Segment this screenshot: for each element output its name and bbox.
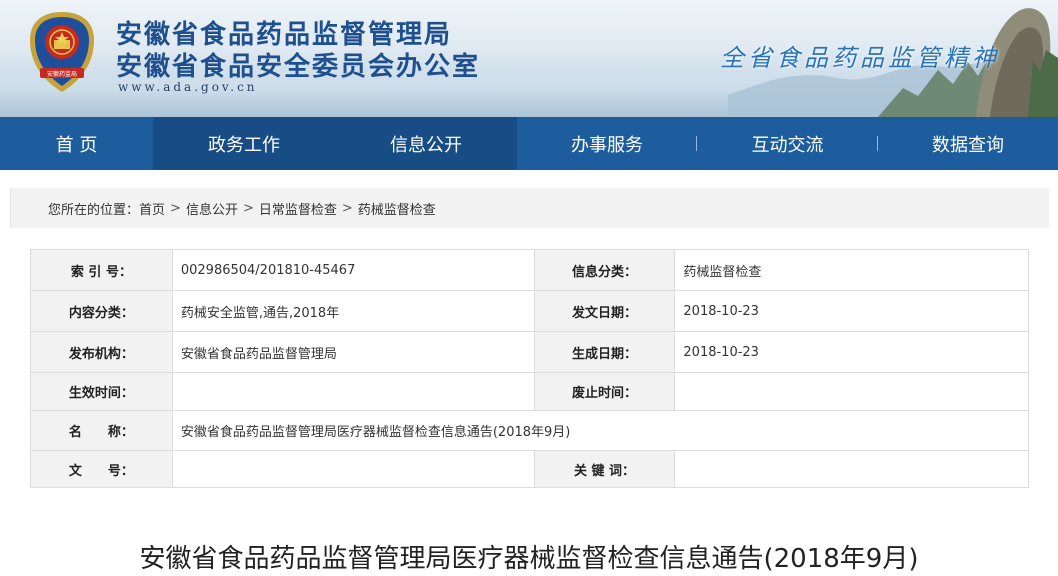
generated-date-value: 2018-10-23 bbox=[674, 331, 1029, 373]
breadcrumb-link-info-disclosure[interactable]: 信息公开 bbox=[186, 199, 238, 218]
table-row: 生效时间： 废止时间： bbox=[30, 372, 1029, 411]
effective-time-value bbox=[171, 372, 535, 411]
breadcrumb-link-drug-device-inspection[interactable]: 药械监督检查 bbox=[358, 199, 436, 218]
nav-item-government-affairs[interactable]: 政务工作 bbox=[153, 117, 335, 170]
document-info-table: 索 引 号： 002986504/201810-45467 信息分类： 药械监督… bbox=[30, 249, 1030, 488]
nav-item-home[interactable]: 首 页 bbox=[0, 117, 153, 170]
expiry-time-value bbox=[674, 372, 1029, 411]
issue-date-label: 发文日期： bbox=[533, 290, 676, 332]
table-row: 名 称： 安徽省食品药品监督管理局医疗器械监督检查信息通告(2018年9月) bbox=[30, 410, 1030, 451]
breadcrumb-link-home[interactable]: 首页 bbox=[139, 199, 165, 218]
nav-item-services[interactable]: 办事服务 bbox=[517, 117, 697, 170]
doc-number-label: 文 号： bbox=[30, 450, 173, 488]
publisher-value: 安徽省食品药品监督管理局 bbox=[171, 331, 535, 373]
keywords-label: 关 键 词： bbox=[533, 450, 676, 488]
nav-item-label: 办事服务 bbox=[571, 134, 643, 156]
table-row: 发布机构： 安徽省食品药品监督管理局 生成日期： 2018-10-23 bbox=[30, 331, 1029, 373]
generated-date-label: 生成日期： bbox=[533, 331, 676, 373]
expiry-time-label: 废止时间： bbox=[533, 372, 676, 411]
breadcrumb: 您所在的位置： 首页 > 信息公开 > 日常监督检查 > 药械监督检查 bbox=[10, 188, 1049, 228]
issue-date-value: 2018-10-23 bbox=[674, 290, 1029, 332]
nav-item-label: 信息公开 bbox=[390, 134, 462, 156]
publisher-label: 发布机构： bbox=[30, 331, 173, 373]
nav-item-data-query[interactable]: 数据查询 bbox=[878, 117, 1058, 170]
site-title-secondary: 安徽省食品安全委员会办公室 bbox=[116, 52, 481, 82]
site-header: 安徽药监局 安徽省食品药品监督管理局 安徽省食品安全委员会办公室 www.ada… bbox=[0, 0, 1058, 117]
doc-name-label: 名 称： bbox=[30, 410, 173, 451]
category-label: 信息分类： bbox=[533, 249, 676, 291]
effective-time-label: 生效时间： bbox=[30, 372, 173, 411]
nav-item-information-disclosure[interactable]: 信息公开 bbox=[335, 117, 517, 170]
nav-item-interaction[interactable]: 互动交流 bbox=[697, 117, 878, 170]
nav-item-label: 数据查询 bbox=[932, 134, 1004, 156]
emblem-logo[interactable]: 安徽药监局 bbox=[26, 10, 98, 96]
article-title: 安徽省食品药品监督管理局医疗器械监督检查信息通告(2018年9月) bbox=[139, 544, 919, 574]
breadcrumb-separator: > bbox=[170, 200, 181, 216]
table-row: 索 引 号： 002986504/201810-45467 信息分类： 药械监督… bbox=[30, 249, 1029, 291]
emblem-text: 安徽药监局 bbox=[47, 70, 77, 78]
breadcrumb-link-daily-inspection[interactable]: 日常监督检查 bbox=[259, 199, 337, 218]
breadcrumb-separator: > bbox=[341, 200, 353, 216]
content-category-label: 内容分类： bbox=[30, 290, 173, 332]
table-row: 文 号： 关 键 词： bbox=[30, 450, 1029, 488]
category-value: 药械监督检查 bbox=[674, 249, 1029, 291]
nav-item-label: 互动交流 bbox=[751, 134, 824, 156]
content-category-value: 药械安全监管,通告,2018年 bbox=[171, 290, 535, 332]
breadcrumb-prefix: 您所在的位置： bbox=[48, 202, 140, 218]
index-no-value: 002986504/201810-45467 bbox=[171, 249, 535, 291]
header-slogan: 全省食品药品监管精神 bbox=[720, 44, 1000, 72]
keywords-value bbox=[674, 450, 1029, 488]
breadcrumb-separator: > bbox=[242, 200, 254, 216]
doc-number-value bbox=[171, 450, 535, 488]
doc-name-value: 安徽省食品药品监督管理局医疗器械监督检查信息通告(2018年9月) bbox=[171, 410, 1030, 451]
nav-item-label: 首 页 bbox=[55, 134, 98, 156]
table-row: 内容分类： 药械安全监管,通告,2018年 发文日期： 2018-10-23 bbox=[30, 290, 1029, 332]
site-url: www.ada.gov.cn bbox=[118, 80, 258, 94]
nav-item-label: 政务工作 bbox=[208, 134, 280, 156]
index-no-label: 索 引 号： bbox=[30, 249, 173, 291]
main-nav: 首 页 政务工作 信息公开 办事服务 互动交流 数据查询 bbox=[0, 117, 1058, 170]
